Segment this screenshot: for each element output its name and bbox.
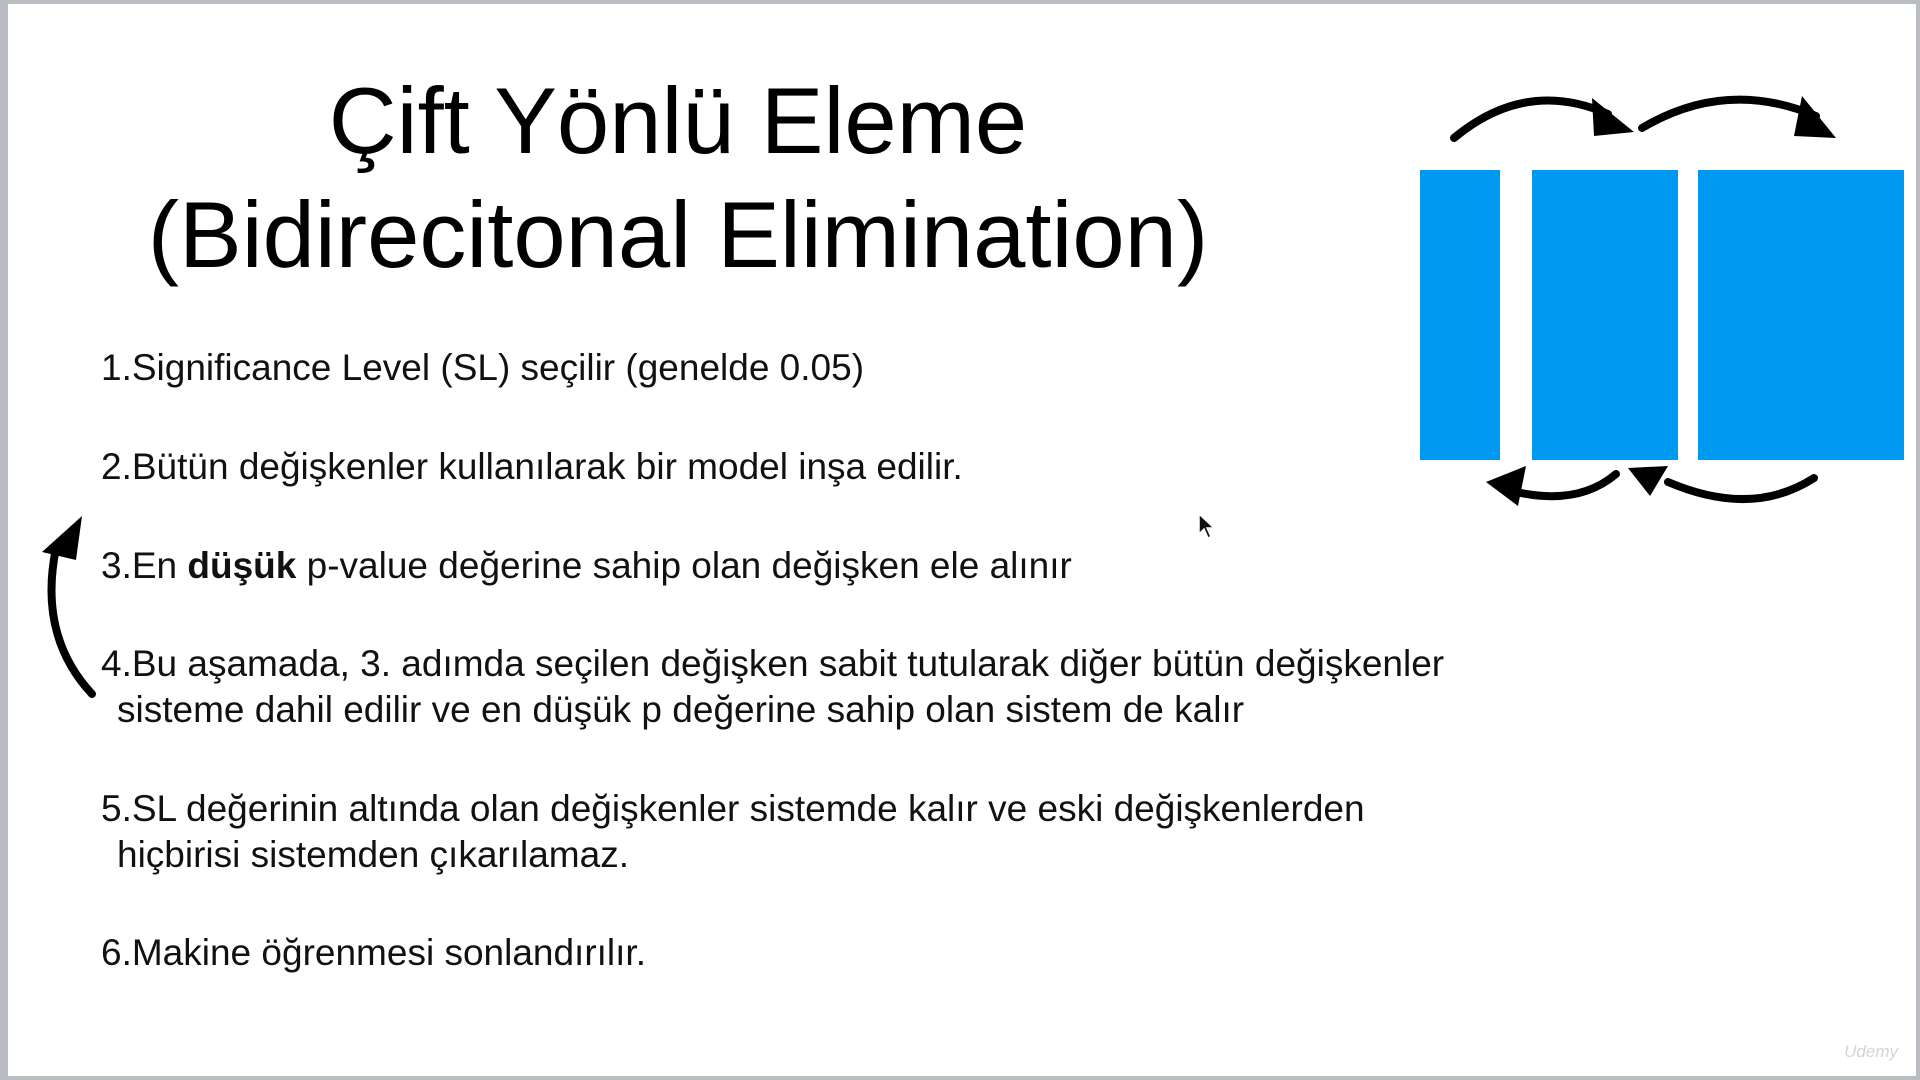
- arrow-left-icon: [1504, 470, 1620, 501]
- step-4-line-2: sisteme dahil edilir ve en düşük p değer…: [117, 689, 1245, 730]
- step-5: 5.SL değerinin altında olan değişkenler …: [101, 786, 1365, 878]
- arrow-left-icon: [1664, 474, 1818, 504]
- step-5-line-1: 5.SL değerinin altında olan değişkenler …: [101, 788, 1365, 829]
- step-4-line-1: 4.Bu aşamada, 3. adımda seçilen değişken…: [101, 643, 1445, 684]
- slide-subtitle: (Bidirecitonal Elimination): [147, 182, 1209, 287]
- bottom-arrows: [1504, 470, 1818, 504]
- step-1: 1.Significance Level (SL) seçilir (genel…: [101, 347, 865, 388]
- blocks: [1420, 170, 1904, 460]
- step-3: 3.En düşük p-value değerine sahip olan d…: [101, 543, 1072, 589]
- step-3-bold: düşük: [187, 545, 297, 586]
- step-3-prefix: 3.En: [101, 545, 188, 586]
- top-arrows: [1450, 95, 1820, 142]
- arrow-left-icon: [1486, 466, 1526, 506]
- arrow-right-icon: [1638, 95, 1820, 132]
- step-2: 2.Bütün değişkenler kullanılarak bir mod…: [101, 446, 963, 487]
- watermark-logo: Udemy: [1844, 1042, 1898, 1061]
- arrow-right-icon: [1592, 98, 1634, 136]
- arrow-left-icon: [1628, 466, 1668, 496]
- slide-title: Çift Yönlü Eleme: [328, 68, 1028, 173]
- step-5-line-2: hiçbirisi sistemden çıkarılamaz.: [117, 834, 629, 875]
- arrow-right-icon: [1794, 96, 1836, 138]
- step-3-suffix: p-value değerine sahip olan değişken ele…: [296, 545, 1072, 586]
- block-diagram: [1420, 95, 1904, 506]
- block-3: [1698, 170, 1904, 460]
- step-4: 4.Bu aşamada, 3. adımda seçilen değişken…: [101, 641, 1444, 733]
- arrow-right-icon: [1450, 96, 1612, 142]
- step-6: 6.Makine öğrenmesi sonlandırılır.: [101, 932, 646, 973]
- mouse-pointer-icon: [1198, 512, 1216, 540]
- block-2: [1532, 170, 1678, 460]
- curved-up-arrow-icon: [42, 516, 96, 698]
- block-1: [1420, 170, 1500, 460]
- slide: Çift Yönlü Eleme (Bidirecitonal Eliminat…: [8, 4, 1916, 1076]
